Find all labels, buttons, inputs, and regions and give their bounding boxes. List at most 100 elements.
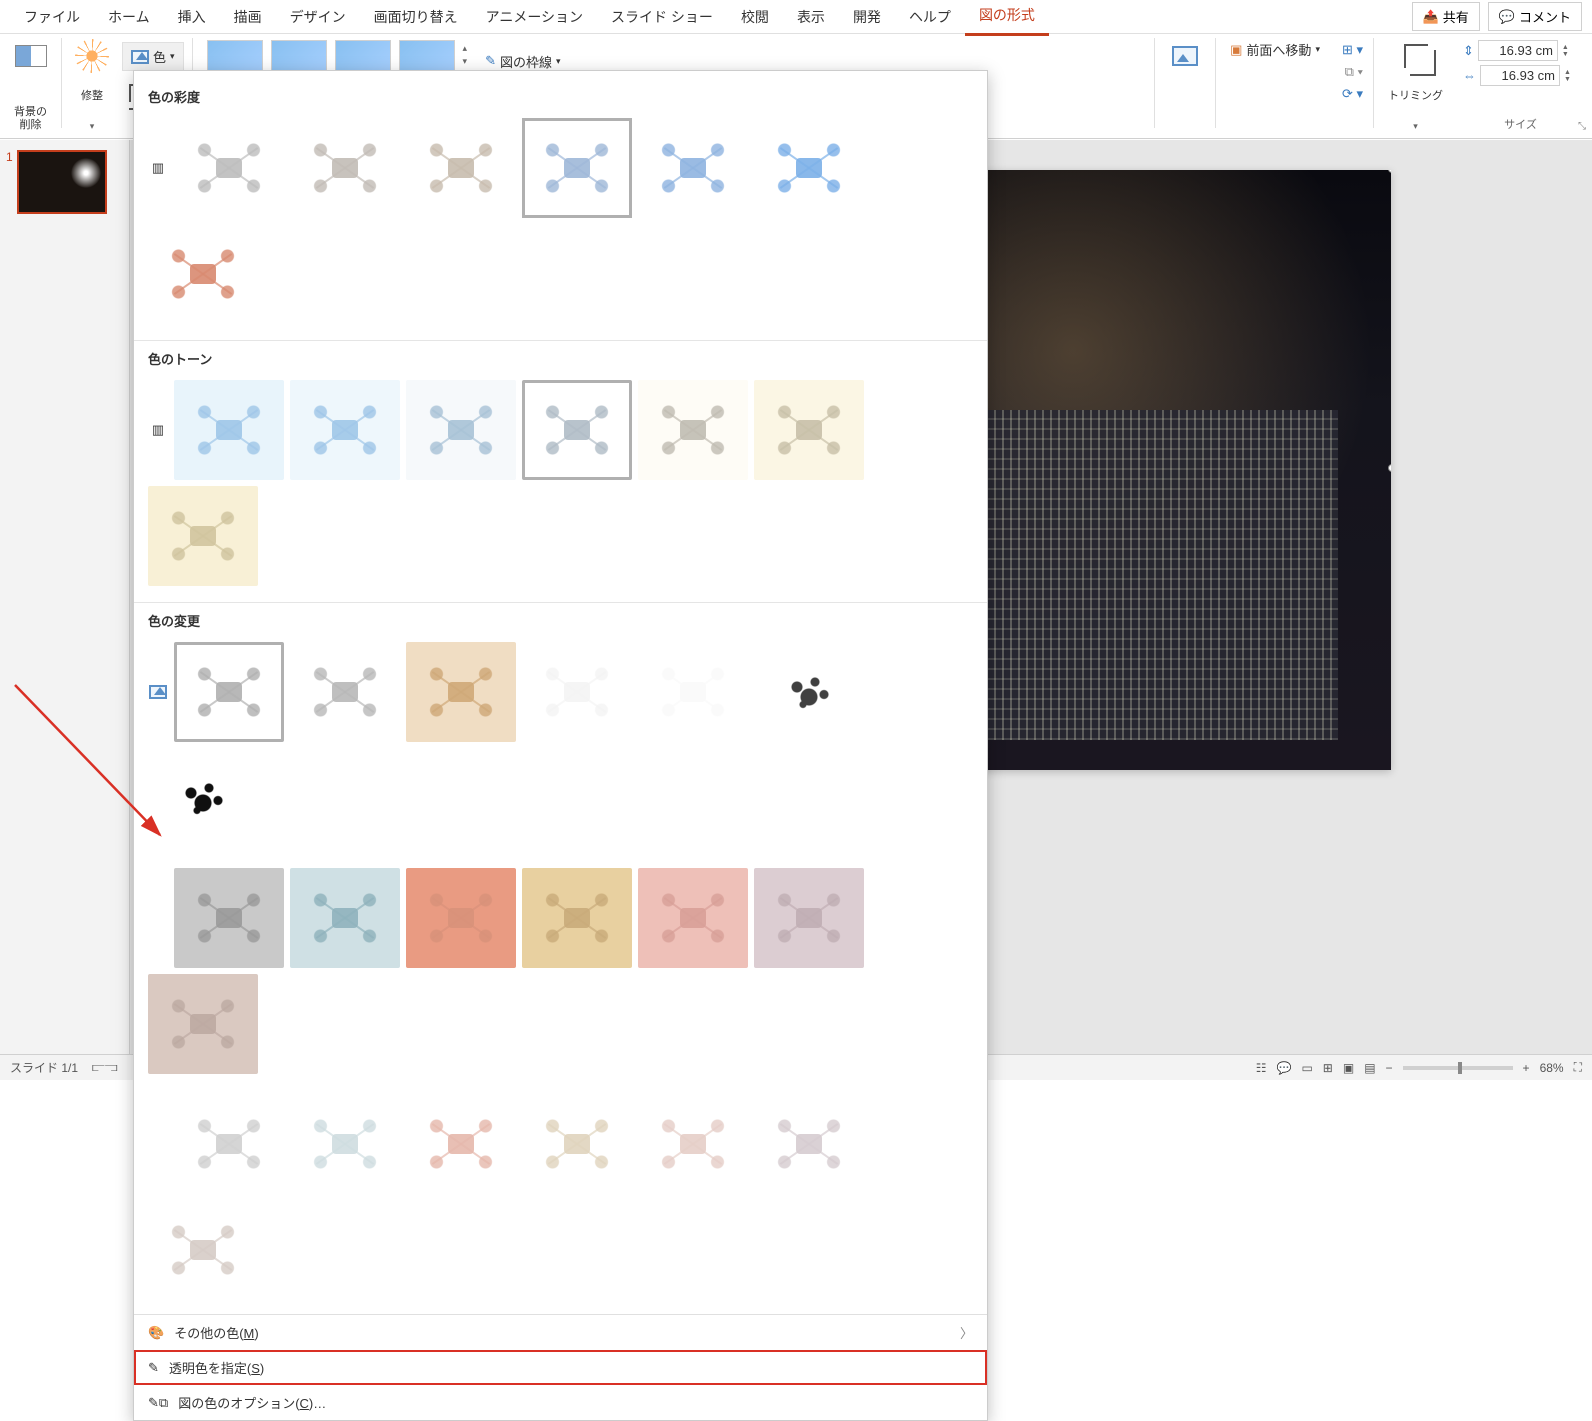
- color-swatch[interactable]: [148, 748, 258, 848]
- color-swatch[interactable]: [290, 642, 400, 742]
- color-swatch[interactable]: [522, 868, 632, 968]
- zoom-out-icon[interactable]: −: [1386, 1061, 1393, 1075]
- tab-transition[interactable]: 画面切り替え: [360, 0, 472, 35]
- remove-background-icon: [15, 45, 47, 67]
- tab-review[interactable]: 校閲: [727, 0, 783, 35]
- spin-down-icon[interactable]: ▼: [1564, 76, 1578, 83]
- size-group-label: サイズ: [1504, 116, 1537, 132]
- recolor-row: [134, 1088, 987, 1314]
- gallery-down-icon[interactable]: ▾: [463, 56, 468, 67]
- comment-button[interactable]: 💬コメント: [1488, 2, 1582, 31]
- recolor-row: [134, 636, 987, 862]
- color-swatch[interactable]: [174, 868, 284, 968]
- color-swatch[interactable]: [406, 868, 516, 968]
- reading-view-icon[interactable]: ▣: [1343, 1061, 1354, 1075]
- width-field[interactable]: ⇔ 16.93 cm ▲▼: [1463, 65, 1578, 86]
- picture-border-label: 図の枠線: [500, 52, 552, 71]
- tab-animation[interactable]: アニメーション: [472, 0, 597, 35]
- color-swatch[interactable]: [522, 642, 632, 742]
- color-swatch[interactable]: [148, 224, 258, 324]
- color-swatch[interactable]: [754, 380, 864, 480]
- tab-developer[interactable]: 開発: [839, 0, 895, 35]
- spin-up-icon[interactable]: ▲: [1564, 69, 1578, 76]
- color-swatch[interactable]: [638, 642, 748, 742]
- color-swatch[interactable]: [638, 118, 748, 218]
- color-swatch[interactable]: [522, 380, 632, 480]
- color-swatch[interactable]: [754, 868, 864, 968]
- tab-design[interactable]: デザイン: [276, 0, 360, 35]
- group-icon[interactable]: ⧉ ▾: [1345, 64, 1363, 80]
- set-transparent-color-item[interactable]: ✎ 透明色を指定(S): [134, 1350, 987, 1385]
- view-icon[interactable]: ⊞: [1323, 1061, 1333, 1075]
- height-field[interactable]: ⇕ 16.93 cm ▲▼: [1463, 40, 1578, 61]
- normal-view-icon[interactable]: ▭: [1301, 1061, 1312, 1075]
- tab-slideshow[interactable]: スライド ショー: [597, 0, 727, 35]
- align-icon[interactable]: ⊞ ▾: [1342, 42, 1363, 58]
- zoom-in-icon[interactable]: +: [1523, 1061, 1530, 1075]
- color-swatch[interactable]: [174, 642, 284, 742]
- color-swatch[interactable]: [148, 1200, 258, 1300]
- color-swatch[interactable]: [638, 1094, 748, 1194]
- spin-up-icon[interactable]: ▲: [1562, 44, 1576, 51]
- color-swatch[interactable]: [638, 868, 748, 968]
- chevron-down-icon: ▾: [556, 56, 561, 67]
- selection-handle[interactable]: [1388, 464, 1391, 472]
- color-swatch[interactable]: [290, 118, 400, 218]
- thumbnail-1[interactable]: 1: [6, 150, 123, 214]
- more-colors-item[interactable]: 🎨 その他の色(M) 〉: [134, 1315, 987, 1350]
- color-swatch[interactable]: [174, 118, 284, 218]
- width-icon: ⇔: [1463, 68, 1476, 83]
- gallery-up-icon[interactable]: ▴: [463, 43, 468, 54]
- color-swatch[interactable]: [638, 380, 748, 480]
- color-swatch[interactable]: [754, 118, 864, 218]
- color-swatch[interactable]: [290, 1094, 400, 1194]
- spin-down-icon[interactable]: ▼: [1562, 51, 1576, 58]
- bring-forward-button[interactable]: ▣ 前面へ移動 ▾: [1230, 40, 1320, 59]
- height-value[interactable]: 16.93 cm: [1478, 40, 1558, 61]
- picture-color-options-item[interactable]: ✎⧉ 図の色のオプション(C)…: [134, 1385, 987, 1420]
- alt-text-button[interactable]: [1163, 38, 1207, 134]
- share-icon: 📤: [1423, 9, 1439, 25]
- color-swatch[interactable]: [148, 486, 258, 586]
- color-swatch[interactable]: [754, 1094, 864, 1194]
- picture-border-button[interactable]: ✎ 図の枠線 ▾: [485, 52, 560, 71]
- crop-button[interactable]: トリミング ▾: [1382, 38, 1449, 134]
- accessibility-icon[interactable]: ⫍⫎: [92, 1060, 118, 1075]
- color-swatch[interactable]: [174, 380, 284, 480]
- width-value[interactable]: 16.93 cm: [1480, 65, 1560, 86]
- slideshow-view-icon[interactable]: ▤: [1364, 1061, 1375, 1075]
- bring-forward-label: 前面へ移動: [1246, 40, 1311, 59]
- tab-insert[interactable]: 挿入: [164, 0, 220, 35]
- color-swatch[interactable]: [522, 1094, 632, 1194]
- color-swatch[interactable]: [754, 642, 864, 742]
- corrections-button[interactable]: 修整 ▾: [70, 38, 114, 134]
- tab-draw[interactable]: 描画: [220, 0, 276, 35]
- color-swatch[interactable]: [290, 380, 400, 480]
- size-launcher-icon[interactable]: ⤡: [1578, 121, 1586, 132]
- remove-background-button[interactable]: 背景の 削除: [8, 38, 53, 134]
- tab-help[interactable]: ヘルプ: [895, 0, 965, 35]
- zoom-value[interactable]: 68%: [1540, 1061, 1564, 1075]
- color-dropdown-button[interactable]: 色 ▾: [122, 42, 184, 71]
- color-swatch[interactable]: [406, 642, 516, 742]
- color-swatch[interactable]: [522, 118, 632, 218]
- color-swatch[interactable]: [406, 380, 516, 480]
- thumbnail-preview: [17, 150, 107, 214]
- tab-file[interactable]: ファイル: [10, 0, 94, 35]
- comment-label: コメント: [1519, 7, 1571, 26]
- zoom-slider[interactable]: [1403, 1066, 1513, 1070]
- color-swatch[interactable]: [406, 1094, 516, 1194]
- thumbnail-number: 1: [6, 150, 13, 214]
- color-swatch[interactable]: [290, 868, 400, 968]
- tab-view[interactable]: 表示: [783, 0, 839, 35]
- notes-button[interactable]: ☷: [1256, 1061, 1267, 1075]
- color-swatch[interactable]: [406, 118, 516, 218]
- color-swatch[interactable]: [174, 1094, 284, 1194]
- tab-picture-format[interactable]: 図の形式: [965, 0, 1049, 36]
- color-swatch[interactable]: [148, 974, 258, 1074]
- fit-window-icon[interactable]: ⛶: [1574, 1060, 1582, 1075]
- comments-button[interactable]: 💬: [1276, 1061, 1291, 1075]
- share-button[interactable]: 📤共有: [1412, 2, 1480, 31]
- tab-home[interactable]: ホーム: [94, 0, 164, 35]
- rotate-icon[interactable]: ⟳ ▾: [1342, 86, 1363, 102]
